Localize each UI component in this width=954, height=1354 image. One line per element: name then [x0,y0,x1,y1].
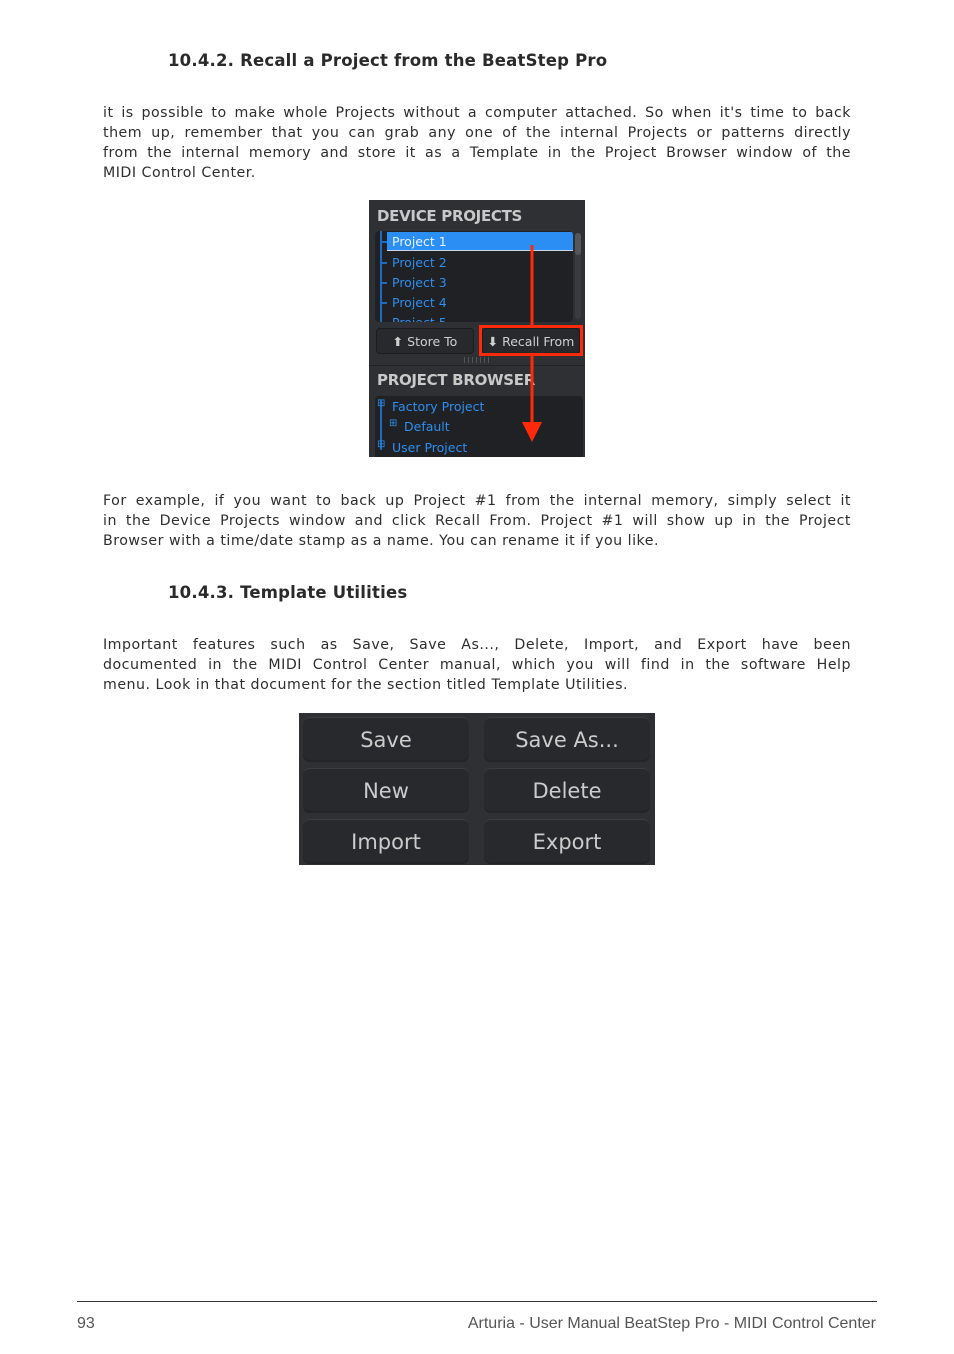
footer-title: Arturia - User Manual BeatStep Pro - MID… [467,1315,876,1332]
paragraph-line: Browser with a time/date stamp as a name… [103,533,660,549]
paragraph-line: in the Device Projects window and click … [103,513,851,529]
section-heading-template-utilities: 10.4.3. Template Utilities [168,583,408,602]
arrow-head-icon [522,422,542,442]
save-as-button[interactable]: Save As... [484,717,650,762]
paragraph-line: For example, if you want to back up Proj… [103,493,851,509]
footer-rule [77,1301,877,1302]
section-heading-recall: 10.4.2. Recall a Project from the BeatSt… [168,51,608,70]
paragraph-line: it is possible to make whole Projects wi… [103,105,851,121]
recall-arrow [522,245,542,442]
device-projects-screenshot: DEVICE PROJECTS Project 1 Project 2 Proj… [369,200,585,457]
paragraph-line: MIDI Control Center. [103,165,256,181]
paragraph-line: menu. Look in that document for the sect… [103,677,628,693]
paragraph-recall-intro: it is possible to make whole Projects wi… [103,103,851,183]
page-number: 93 [77,1315,95,1332]
template-utilities-screenshot: Save Save As... New Delete Import Export [299,713,655,865]
delete-button[interactable]: Delete [484,768,650,813]
import-button[interactable]: Import [303,819,469,864]
paragraph-line: Important features such as Save, Save As… [103,637,851,653]
save-button[interactable]: Save [303,717,469,762]
paragraph-line: from the internal memory and store it as… [103,145,851,161]
export-button[interactable]: Export [484,819,650,864]
paragraph-line: documented in the MIDI Control Center ma… [103,657,851,673]
paragraph-template-utilities: Important features such as Save, Save As… [103,635,851,695]
new-button[interactable]: New [303,768,469,813]
paragraph-line: them up, remember that you can grab any … [103,125,851,141]
paragraph-recall-example: For example, if you want to back up Proj… [103,491,851,551]
